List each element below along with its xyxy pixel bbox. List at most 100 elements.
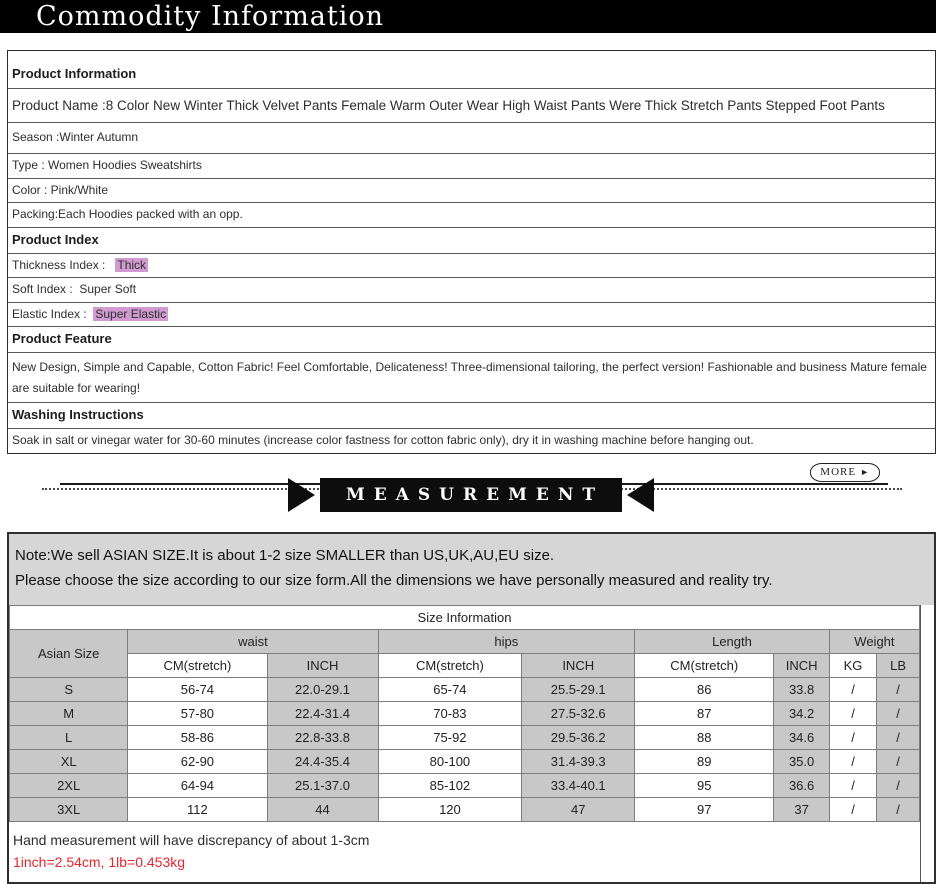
size-value-cell: 57-80 (127, 700, 268, 726)
size-table-footer: Hand measurement will have discrepancy o… (9, 821, 920, 882)
size-value-cell: 47 (521, 796, 636, 822)
soft-index-row: Soft Index : Super Soft (8, 278, 935, 303)
product-name-row: Product Name :8 Color New Winter Thick V… (8, 89, 935, 124)
size-value-cell: 31.4-39.3 (521, 748, 636, 774)
size-value-cell: 22.4-31.4 (266, 700, 379, 726)
section-header-product-feature: Product Feature (8, 327, 935, 354)
size-value-cell: 44 (266, 796, 379, 822)
size-note-line2: Please choose the size according to our … (15, 571, 773, 589)
size-table: Size Information Asian Size waist hips Lengt… (8, 604, 921, 822)
size-value-cell: 70-83 (377, 700, 523, 726)
size-value-cell: / (876, 724, 920, 750)
section-header-washing-instructions: Washing Instructions (8, 403, 935, 430)
size-value-cell: / (828, 748, 878, 774)
size-value-cell: 34.2 (773, 700, 830, 726)
soft-index-label: Soft Index : (12, 282, 80, 297)
size-value-cell: / (828, 700, 878, 726)
size-value-cell: 80-100 (377, 748, 523, 774)
size-value-cell: 65-74 (377, 676, 523, 702)
page-title-banner: Commodity Information (0, 0, 936, 33)
measurement-ribbon: MEASUREMENT (0, 477, 942, 512)
size-label: XL (8, 748, 129, 774)
size-value-cell: 56-74 (127, 676, 268, 702)
more-button-label: MORE (820, 465, 857, 478)
ribbon-right-arrow-icon (627, 477, 655, 512)
size-value-cell: 112 (127, 796, 268, 822)
size-label: L (8, 724, 129, 750)
size-value-cell: 33.4-40.1 (521, 772, 636, 798)
page-title: Commodity Information (36, 1, 385, 32)
sub-header: CM(stretch) (377, 652, 523, 678)
size-value-cell: 24.4-35.4 (266, 748, 379, 774)
size-value-cell: 120 (377, 796, 523, 822)
size-value-cell: 33.8 (773, 676, 830, 702)
size-value-cell: / (828, 772, 878, 798)
sub-header: INCH (521, 652, 636, 678)
size-value-cell: / (828, 724, 878, 750)
size-value-cell: 35.0 (773, 748, 830, 774)
measurement-divider-zone: MORE ► MEASUREMENT (0, 454, 942, 512)
asian-size-header: Asian Size (8, 628, 129, 678)
ribbon-left-arrow-icon (287, 477, 315, 512)
measurement-title: MEASUREMENT (319, 477, 623, 512)
size-value-cell: 25.5-29.1 (521, 676, 636, 702)
sub-header: CM(stretch) (127, 652, 268, 678)
size-value-cell: 97 (634, 796, 775, 822)
size-value-cell: / (876, 676, 920, 702)
size-value-cell: 88 (634, 724, 775, 750)
size-label: S (8, 676, 129, 702)
size-value-cell: 22.0-29.1 (266, 676, 379, 702)
type-row: Type : Women Hoodies Sweatshirts (8, 154, 935, 179)
size-value-cell: / (828, 676, 878, 702)
size-value-cell: 85-102 (377, 772, 523, 798)
measurement-discrepancy-note: Hand measurement will have discrepancy o… (13, 831, 370, 848)
season-row: Season :Winter Autumn (8, 123, 935, 155)
size-value-cell: 36.6 (773, 772, 830, 798)
size-value-cell: 64-94 (127, 772, 268, 798)
color-row: Color : Pink/White (8, 179, 935, 204)
size-value-cell: / (876, 772, 920, 798)
table-title-row: Size Information (9, 604, 920, 630)
sub-header: LB (876, 652, 920, 678)
sub-header: INCH (266, 652, 379, 678)
size-value-cell: 87 (634, 700, 775, 726)
size-label: 3XL (8, 796, 129, 822)
size-label: M (8, 700, 129, 726)
sub-header: CM(stretch) (634, 652, 775, 678)
size-section: Note:We sell ASIAN SIZE.It is about 1-2 … (7, 531, 936, 884)
size-value-cell: / (876, 700, 920, 726)
size-value-cell: 86 (634, 676, 775, 702)
section-header-product-index: Product Index (8, 228, 935, 254)
size-table-wrap: Size Information Asian Size waist hips Lengt… (8, 604, 921, 882)
group-header-hips: hips (377, 628, 636, 654)
product-feature-text: New Design, Simple and Capable, Cotton F… (8, 353, 935, 404)
table-row: L 58-86 22.8-33.8 75-92 29.5-36.2 88 34.6// (8, 724, 920, 750)
sub-header: KG (828, 652, 878, 678)
size-value-cell: / (828, 796, 878, 822)
table-row: 2XL 64-94 25.1-37.0 85-102 33.4-40.1 95 36.6// (8, 772, 920, 798)
group-header-length: Length (634, 628, 830, 654)
size-info-title: Size Information (9, 604, 920, 630)
size-label: 2XL (8, 772, 129, 798)
size-note-line1: Note:We sell ASIAN SIZE.It is about 1-2 … (15, 546, 555, 564)
group-header-waist: waist (127, 628, 379, 654)
size-value-cell: 34.6 (773, 724, 830, 750)
size-value-cell: 27.5-32.6 (521, 700, 636, 726)
group-header-weight: Weight (828, 628, 921, 654)
size-value-cell: 89 (634, 748, 775, 774)
size-value-cell: 22.8-33.8 (266, 724, 379, 750)
size-value-cell: 62-90 (127, 748, 268, 774)
size-value-cell: / (876, 796, 920, 822)
more-arrow-icon: ► (860, 466, 870, 477)
packing-row: Packing:Each Hoodies packed with an opp. (8, 203, 935, 228)
thickness-index-label: Thickness Index : (12, 257, 116, 272)
thickness-index-value: Thick (115, 257, 149, 272)
sub-header: INCH (773, 652, 830, 678)
size-value-cell: 25.1-37.0 (266, 772, 379, 798)
size-value-cell: 37 (773, 796, 830, 822)
elastic-index-label: Elastic Index : (12, 306, 94, 321)
section-header-product-information: Product Information (8, 51, 935, 89)
table-row: 3XL 112 44 120 47 97 37// (8, 796, 920, 822)
elastic-index-value: Super Elastic (93, 306, 169, 321)
table-row: XL 62-90 24.4-35.4 80-100 31.4-39.3 89 35.0// (8, 748, 920, 774)
